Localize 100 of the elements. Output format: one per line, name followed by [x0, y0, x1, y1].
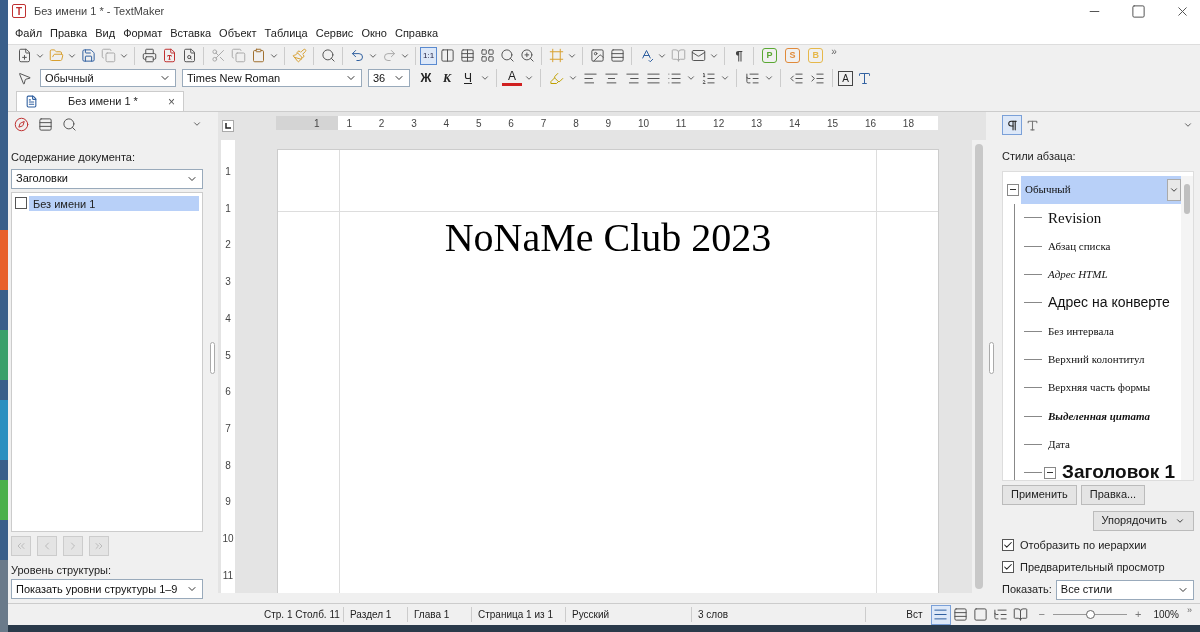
- underline-button[interactable]: Ч: [458, 69, 478, 87]
- sort-button[interactable]: Упорядочить: [1092, 510, 1194, 531]
- caret-icon[interactable]: [1183, 120, 1193, 130]
- collapse-icon[interactable]: [1007, 183, 1019, 196]
- menu-item[interactable]: Окно: [357, 24, 391, 42]
- align-left-icon[interactable]: [582, 70, 598, 86]
- caret-icon[interactable]: [764, 73, 774, 83]
- style-item[interactable]: Заголовок 1: [1058, 458, 1181, 480]
- page-icon[interactable]: [459, 48, 475, 63]
- maximize-button[interactable]: [1130, 3, 1146, 19]
- font-color-button[interactable]: A: [502, 70, 522, 86]
- vertical-scrollbar[interactable]: [972, 140, 986, 593]
- menu-item[interactable]: Вид: [91, 24, 120, 42]
- more-button[interactable]: »: [1187, 603, 1192, 618]
- cut-icon[interactable]: [210, 48, 226, 63]
- outline-item[interactable]: Без имени 1: [29, 195, 199, 211]
- italic-button[interactable]: К: [437, 69, 457, 87]
- apply-button[interactable]: Применить: [1002, 484, 1077, 505]
- menu-item[interactable]: Таблица: [260, 24, 312, 42]
- contents-combo[interactable]: Заголовки: [11, 168, 203, 189]
- outdent-icon[interactable]: [788, 70, 804, 86]
- caret-icon[interactable]: [568, 73, 578, 83]
- continuous-view-icon[interactable]: [953, 607, 969, 622]
- numbered-list-icon[interactable]: [700, 70, 716, 86]
- outline-view-icon[interactable]: [993, 607, 1009, 622]
- compass-icon[interactable]: [13, 116, 29, 132]
- form-icon[interactable]: [609, 48, 625, 63]
- search-icon[interactable]: [61, 116, 77, 132]
- pages-icon[interactable]: [479, 48, 495, 63]
- checkbox[interactable]: [1002, 538, 1014, 551]
- caret-icon[interactable]: [524, 73, 534, 83]
- more-button[interactable]: »: [831, 44, 837, 59]
- pointer-icon[interactable]: [16, 70, 32, 86]
- style-item[interactable]: Адрес HTML: [1044, 260, 1181, 289]
- frame-view-icon[interactable]: [973, 607, 989, 622]
- save-icon[interactable]: [80, 48, 96, 63]
- level-combo[interactable]: Показать уровни структуры 1–9: [11, 579, 203, 599]
- caret-icon[interactable]: [480, 73, 490, 83]
- mail-icon[interactable]: [690, 48, 706, 63]
- style-item[interactable]: Дата: [1044, 430, 1181, 459]
- frame-button[interactable]: A: [838, 70, 853, 86]
- caret-icon[interactable]: [192, 119, 202, 129]
- caret-icon[interactable]: [686, 73, 696, 83]
- page-width-icon[interactable]: [439, 48, 455, 63]
- menu-item[interactable]: Вставка: [166, 24, 216, 42]
- style-combo[interactable]: Обычный: [40, 69, 176, 87]
- insert-mode[interactable]: Вст: [898, 607, 931, 622]
- bold-button[interactable]: Ж: [416, 69, 436, 87]
- zoom-in-button[interactable]: +: [1126, 606, 1150, 623]
- outline-list-icon[interactable]: [744, 70, 760, 86]
- style-item[interactable]: Revision: [1044, 203, 1181, 232]
- text-frame-icon[interactable]: [856, 70, 872, 86]
- checkbox[interactable]: [1002, 561, 1014, 574]
- splitter-handle[interactable]: [988, 341, 994, 374]
- indent-icon[interactable]: [809, 70, 825, 86]
- paste-icon[interactable]: [250, 48, 266, 63]
- menu-item[interactable]: Правка: [46, 24, 92, 42]
- pdf-icon[interactable]: [161, 48, 177, 63]
- zoom-out-button[interactable]: −: [1030, 606, 1053, 623]
- splitter-handle[interactable]: [209, 341, 215, 374]
- style-item[interactable]: Абзац списка: [1044, 232, 1181, 261]
- printer-icon[interactable]: [141, 48, 157, 63]
- highlighter-icon[interactable]: [548, 70, 564, 86]
- style-item[interactable]: Без интервала: [1044, 317, 1181, 346]
- tab-stop-icon[interactable]: [222, 120, 234, 132]
- document-tab[interactable]: Без имени 1 * ×: [16, 91, 184, 111]
- page-view-icon[interactable]: [933, 607, 949, 622]
- pilcrow-button[interactable]: ¶: [729, 45, 750, 66]
- align-right-icon[interactable]: [624, 70, 640, 86]
- style-item[interactable]: Адрес на конверте: [1044, 288, 1181, 317]
- style-item[interactable]: Верхний колонтитул: [1044, 345, 1181, 374]
- book-view-icon[interactable]: [1013, 607, 1029, 622]
- menu-item[interactable]: Формат: [119, 24, 167, 42]
- checkbox[interactable]: [15, 197, 27, 209]
- menu-item[interactable]: Объект: [215, 24, 261, 42]
- size-combo[interactable]: 36: [368, 69, 410, 87]
- caret-icon[interactable]: [720, 73, 730, 83]
- align-center-icon[interactable]: [603, 70, 619, 86]
- styles-scrollbar[interactable]: [1181, 175, 1193, 480]
- bullet-list-icon[interactable]: [666, 70, 682, 86]
- search-icon[interactable]: [320, 48, 336, 63]
- zoom-in-icon[interactable]: [519, 48, 535, 63]
- align-justify-icon[interactable]: [645, 70, 661, 86]
- style-item[interactable]: Обычный: [1021, 175, 1181, 204]
- menu-item[interactable]: Файл: [11, 24, 47, 42]
- menu-item[interactable]: Сервис: [311, 24, 358, 42]
- menu-item[interactable]: Справка: [390, 24, 443, 42]
- actual-size-button[interactable]: 1:1: [420, 46, 438, 65]
- edit-button[interactable]: Правка...: [1080, 484, 1146, 505]
- font-combo[interactable]: Times New Roman: [182, 69, 362, 87]
- folder-icon[interactable]: [48, 48, 64, 63]
- style-item[interactable]: Верхняя часть формы: [1044, 373, 1181, 402]
- outline-icon[interactable]: [37, 116, 53, 132]
- collapse-icon[interactable]: [1044, 466, 1056, 479]
- show-combo[interactable]: Все стили: [1055, 579, 1194, 600]
- print-preview-icon[interactable]: [181, 48, 197, 63]
- undo-icon[interactable]: [349, 48, 365, 63]
- style-item[interactable]: Выделенная цитата: [1044, 402, 1181, 430]
- zoom-icon[interactable]: [499, 48, 515, 63]
- close-tab-button[interactable]: ×: [168, 92, 175, 111]
